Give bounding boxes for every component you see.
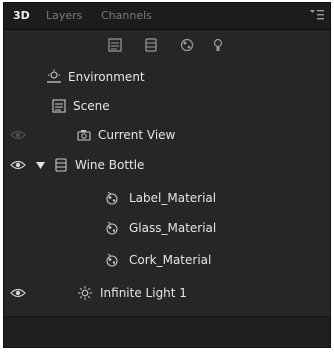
tree-row-infinite-light[interactable]: Infinite Light 1 <box>4 279 330 308</box>
tree-row-current-view[interactable]: Current View <box>4 121 330 150</box>
tab-channels[interactable]: Channels <box>101 9 152 22</box>
tree-row-scene[interactable]: Scene <box>4 92 330 121</box>
mesh-filter-icon[interactable] <box>143 37 159 53</box>
visibility-eye-icon[interactable] <box>10 158 26 172</box>
tree-label-glass-material: Glass_Material <box>129 221 217 235</box>
material-icon <box>106 221 118 235</box>
3d-panel: 3D Layers Channels Environment Scene Cur… <box>3 2 331 348</box>
environment-icon <box>47 69 61 83</box>
panel-menu-icon[interactable] <box>310 9 324 21</box>
tree-label-wine-bottle: Wine Bottle <box>75 158 145 172</box>
tree-row-wine-bottle[interactable]: Wine Bottle <box>4 151 330 180</box>
tab-bar: 3D Layers Channels <box>4 3 330 30</box>
material-filter-icon[interactable] <box>179 37 195 53</box>
scene-icon <box>52 99 66 113</box>
visibility-eye-icon[interactable] <box>10 286 26 300</box>
camera-icon <box>77 130 91 141</box>
tree-label-infinite-light: Infinite Light 1 <box>100 286 187 300</box>
tab-3d[interactable]: 3D <box>13 9 30 22</box>
expand-triangle-icon[interactable] <box>36 161 45 170</box>
tree-row-environment[interactable]: Environment <box>4 63 330 92</box>
visibility-eye-icon[interactable] <box>10 128 26 142</box>
light-icon <box>78 286 92 300</box>
filter-toolbar <box>4 30 330 60</box>
material-icon <box>106 253 118 267</box>
tree-label-current-view: Current View <box>98 128 176 142</box>
mesh-icon <box>55 158 67 172</box>
panel-footer <box>4 316 330 347</box>
tree-label-label-material: Label_Material <box>129 191 217 205</box>
tree-row-label-material[interactable]: Label_Material <box>4 184 330 213</box>
tree-label-scene: Scene <box>73 99 110 113</box>
tree-row-glass-material[interactable]: Glass_Material <box>4 214 330 243</box>
material-icon <box>106 191 118 205</box>
tree-label-environment: Environment <box>68 70 145 84</box>
light-filter-icon[interactable] <box>210 37 226 53</box>
tab-layers[interactable]: Layers <box>46 9 82 22</box>
scene-filter-icon[interactable] <box>107 37 123 53</box>
tree-row-cork-material[interactable]: Cork_Material <box>4 246 330 275</box>
tree-label-cork-material: Cork_Material <box>129 253 212 267</box>
